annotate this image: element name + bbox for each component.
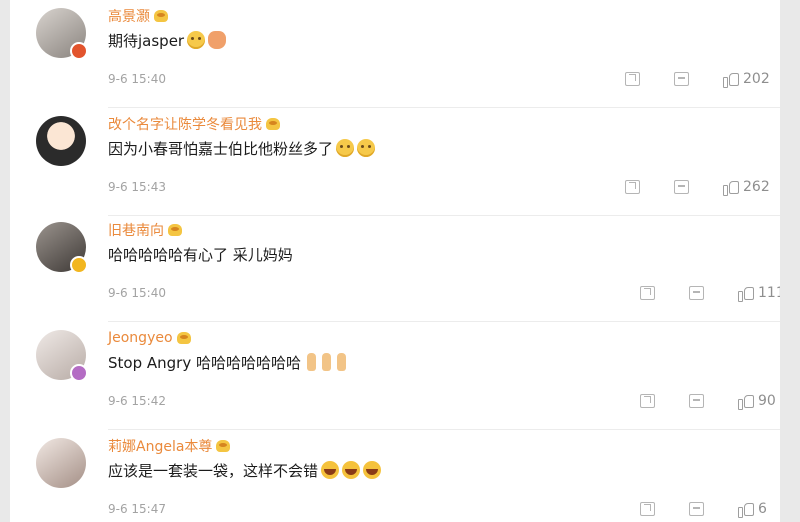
like-count: 202 <box>743 71 770 87</box>
face-icon <box>357 139 376 157</box>
vip-crown-icon <box>168 224 182 236</box>
avatar[interactable] <box>36 222 88 274</box>
like-icon[interactable] <box>723 180 739 196</box>
like-count: 6 <box>758 501 767 517</box>
reply-icon[interactable] <box>674 72 689 86</box>
comment-username[interactable]: 改个名字让陈学冬看见我 <box>108 114 262 134</box>
comment-text-row: 期待jasper <box>108 28 227 52</box>
comment-item: Jeongyeo Stop Angry 哈哈哈哈哈哈哈 9-6 15:42 90 <box>10 322 780 430</box>
comment-username[interactable]: 高景灏 <box>108 6 150 26</box>
comment-text: 应该是一套装一袋，这样不会错 <box>108 461 319 480</box>
comment-text: 因为小春哥怕嘉士伯比他粉丝多了 <box>108 139 334 158</box>
hands-icon <box>208 31 227 49</box>
reply-icon[interactable] <box>689 286 704 300</box>
vip-crown-icon <box>216 440 231 452</box>
comment-item: 高景灏 期待jasper 9-6 15:40 202 <box>10 0 780 108</box>
comment-timestamp: 9-6 15:40 <box>108 72 166 86</box>
laugh-icon <box>342 461 361 479</box>
like-icon[interactable] <box>738 286 754 302</box>
comment-item: 改个名字让陈学冬看见我 因为小春哥怕嘉士伯比他粉丝多了 9-6 15:43 26… <box>10 108 780 216</box>
avatar[interactable] <box>36 330 88 382</box>
verified-badge-icon <box>70 42 88 60</box>
comment-item: 旧巷南向 哈哈哈哈哈有心了 采儿妈妈 9-6 15:40 111 <box>10 214 780 322</box>
verified-badge-icon <box>70 256 88 274</box>
like-count: 90 <box>758 393 776 409</box>
share-icon[interactable] <box>625 180 640 194</box>
comment-text-row: 应该是一套装一袋，这样不会错 <box>108 458 382 482</box>
vip-crown-icon <box>176 332 191 344</box>
finger-icon <box>306 353 316 371</box>
vip-crown-icon <box>154 10 168 22</box>
comment-username[interactable]: 旧巷南向 <box>108 220 164 240</box>
comment-text: Stop Angry 哈哈哈哈哈哈哈 <box>108 353 301 372</box>
avatar[interactable] <box>36 438 86 488</box>
comment-username[interactable]: 莉娜Angela本尊 <box>108 436 212 456</box>
reply-icon[interactable] <box>689 502 704 516</box>
share-icon[interactable] <box>640 394 655 408</box>
comment-feed: 高景灏 期待jasper 9-6 15:40 202 改个名字让陈学冬看见我 因… <box>10 0 780 522</box>
share-icon[interactable] <box>625 72 640 86</box>
reply-icon[interactable] <box>674 180 689 194</box>
comment-username[interactable]: Jeongyeo <box>108 330 173 346</box>
comment-timestamp: 9-6 15:47 <box>108 502 166 516</box>
comment-timestamp: 9-6 15:40 <box>108 286 166 300</box>
comment-text: 哈哈哈哈哈有心了 采儿妈妈 <box>108 245 293 264</box>
like-icon[interactable] <box>738 502 754 518</box>
comment-text: 期待jasper <box>108 31 185 50</box>
comment-item: 莉娜Angela本尊 应该是一套装一袋，这样不会错 9-6 15:47 6 <box>10 430 780 522</box>
comment-timestamp: 9-6 15:43 <box>108 180 166 194</box>
face-icon <box>187 31 206 49</box>
comment-text-row: 因为小春哥怕嘉士伯比他粉丝多了 <box>108 136 376 160</box>
like-count: 111 <box>758 285 780 301</box>
avatar[interactable] <box>36 8 88 60</box>
comment-text-row: Stop Angry 哈哈哈哈哈哈哈 <box>108 350 346 374</box>
comment-timestamp: 9-6 15:42 <box>108 394 166 408</box>
avatar[interactable] <box>36 116 86 166</box>
vip-crown-icon <box>266 118 280 130</box>
verified-badge-icon <box>70 364 88 382</box>
like-icon[interactable] <box>738 394 754 410</box>
share-icon[interactable] <box>640 502 655 516</box>
like-icon[interactable] <box>723 72 739 88</box>
face-icon <box>336 139 355 157</box>
finger-icon <box>321 353 331 371</box>
like-count: 262 <box>743 179 770 195</box>
laugh-icon <box>363 461 382 479</box>
laugh-icon <box>321 461 340 479</box>
comment-text-row: 哈哈哈哈哈有心了 采儿妈妈 <box>108 242 293 266</box>
reply-icon[interactable] <box>689 394 704 408</box>
finger-icon <box>336 353 346 371</box>
share-icon[interactable] <box>640 286 655 300</box>
